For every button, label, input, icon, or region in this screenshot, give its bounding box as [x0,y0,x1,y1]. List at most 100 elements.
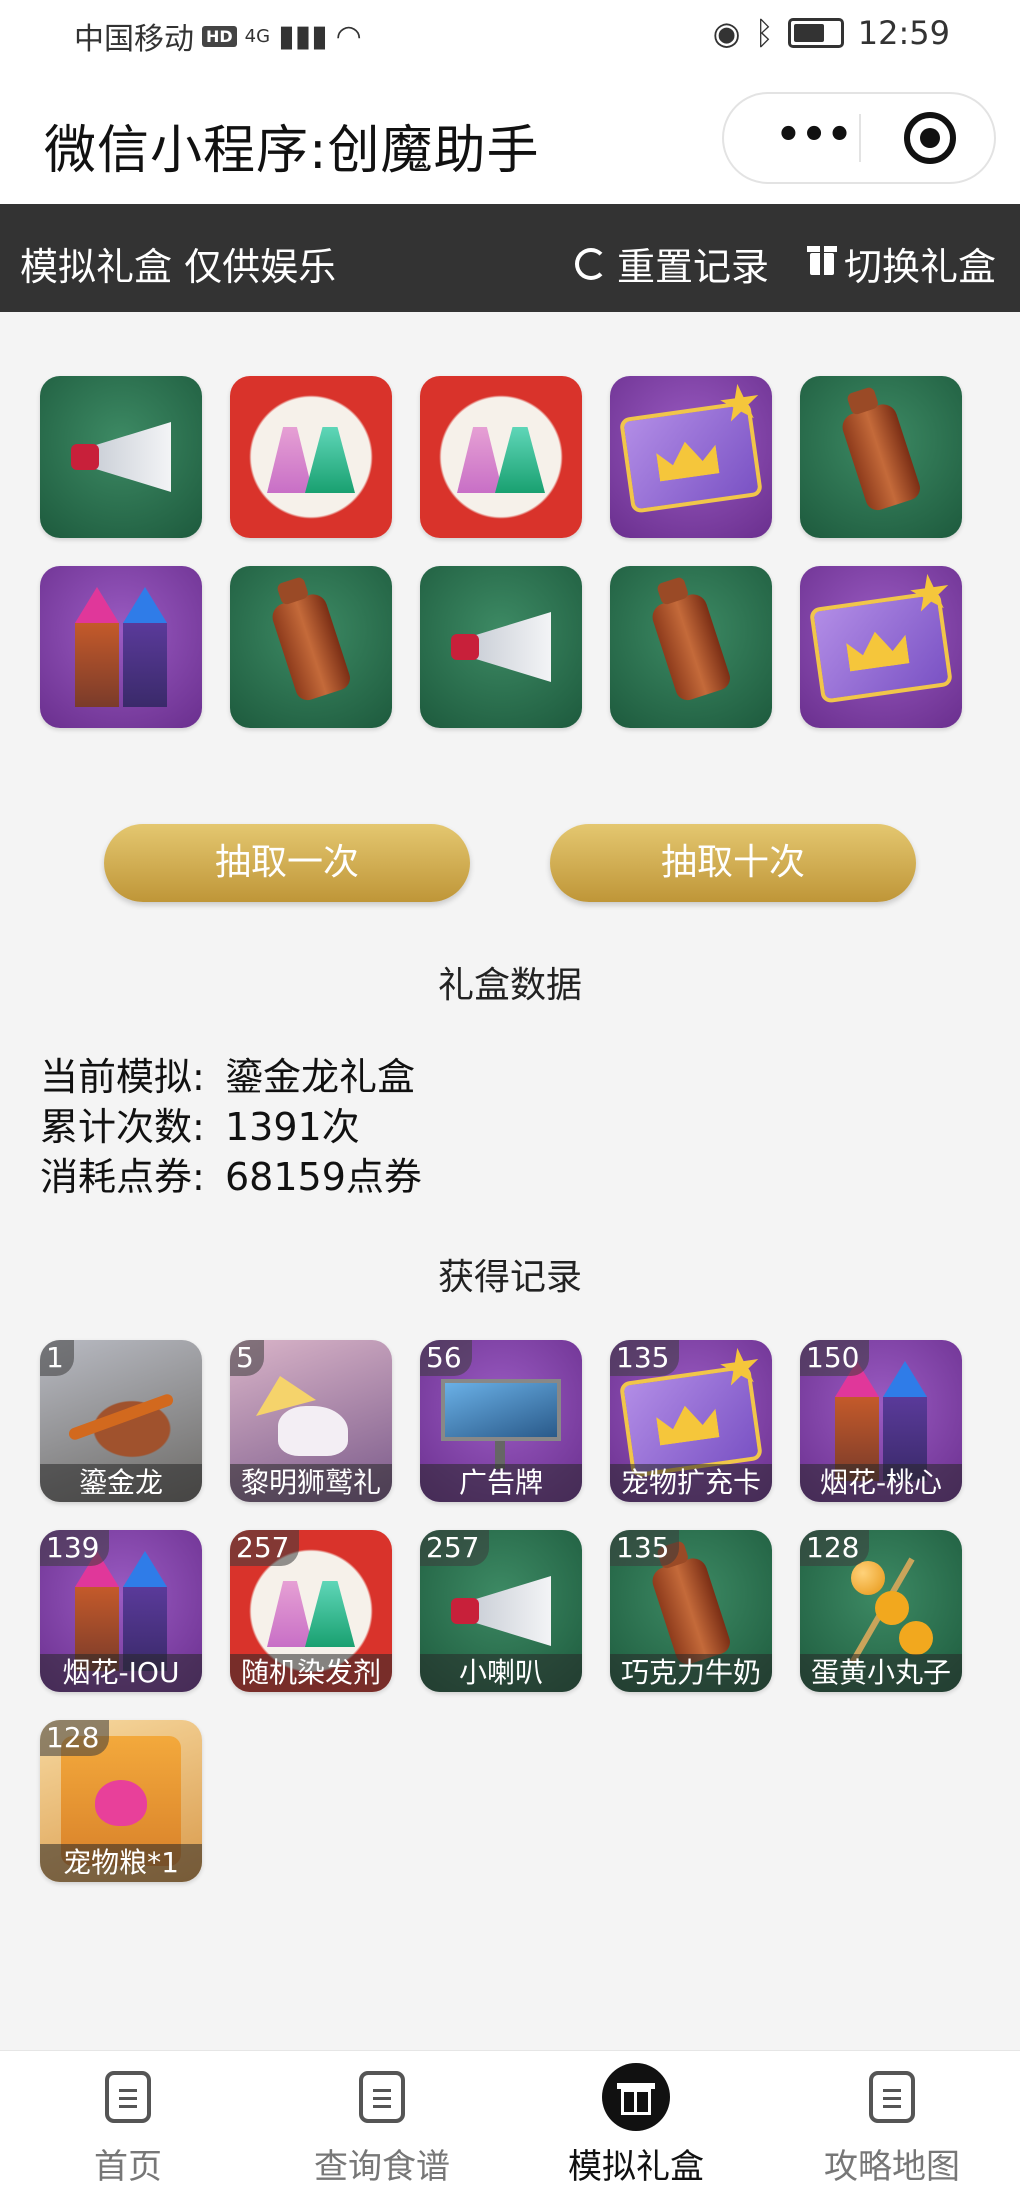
card-icon [618,400,764,514]
status-right: ◉ ᛒ 12:59 [713,14,950,52]
item-count-badge: 257 [420,1530,490,1566]
stat-value: 鎏金龙礼盒 [225,1055,416,1099]
record-item-tile[interactable]: 150 烟花-桃心 [800,1340,962,1502]
stat-label: 当前模拟: [40,1055,205,1099]
tab-label: 查询食谱 [314,2147,450,2187]
record-item-tile[interactable]: 128 蛋黄小丸子 [800,1530,962,1692]
draw-result-tile [40,376,202,538]
record-item-tile[interactable]: 135 宠物扩充卡 [610,1340,772,1502]
card-icon [808,590,954,704]
bottom-tab-bar: 首页 查询食谱 模拟礼盒 攻略地图 [0,2050,1020,2211]
tab-label: 首页 [94,2147,162,2187]
megaphone-icon [451,1576,551,1646]
megaphone-icon [451,612,551,682]
rockets-icon [69,1551,173,1671]
document-icon [359,2071,405,2123]
battery-icon [787,18,844,48]
dresses-icon [261,1571,361,1651]
record-item-tile[interactable]: 257 小喇叭 [420,1530,582,1692]
item-name-label: 黎明狮鹫礼 [230,1464,392,1502]
record-item-tile[interactable]: 56 广告牌 [420,1340,582,1502]
hd-badge: HD [202,25,237,47]
dragon-icon [66,1381,176,1461]
tab-label: 攻略地图 [824,2147,960,2187]
page-title: 微信小程序:创魔助手 [44,121,540,181]
item-count-badge: 150 [800,1340,870,1376]
reset-records-button[interactable]: 重置记录 [575,236,769,291]
tab-home[interactable]: 首页 [28,2071,228,2188]
item-name-label: 鎏金龙 [40,1464,202,1502]
record-item-tile[interactable]: 139 烟花-IOU [40,1530,202,1692]
bottle-icon [268,590,354,704]
bottle-icon [838,400,924,514]
status-bar: 中国移动 HD 4G ▮▮▮ ◠ ◉ ᛒ 12:59 [0,0,1020,70]
record-item-tile[interactable]: 257 随机染发剂 [230,1530,392,1692]
carrier-label: 中国移动 [74,22,194,57]
record-item-tile[interactable]: 128 宠物粮*1 [40,1720,202,1882]
eye-icon: ◉ [712,14,741,52]
record-item-tile[interactable]: 5 黎明狮鹫礼 [230,1340,392,1502]
draw-result-tile [420,566,582,728]
record-item-tile[interactable]: 135 巧克力牛奶 [610,1530,772,1692]
item-name-label: 烟花-桃心 [800,1464,962,1502]
draw-result-tile [800,566,962,728]
status-left: 中国移动 HD 4G ▮▮▮ ◠ [74,14,362,58]
draw-result-tile [610,376,772,538]
stat-row-current: 当前模拟: 鎏金龙礼盒 [40,1052,422,1102]
item-name-label: 宠物粮*1 [40,1844,202,1882]
record-item-tile[interactable]: 1 鎏金龙 [40,1340,202,1502]
tab-gift-sim[interactable]: 模拟礼盒 [536,2063,736,2188]
dresses-icon [451,417,551,497]
pegasus-icon [256,1366,366,1476]
reset-label: 重置记录 [617,245,770,289]
wifi-icon: ◠ [335,18,362,54]
tab-recipes[interactable]: 查询食谱 [282,2071,482,2188]
stat-row-count: 累计次数: 1391次 [40,1102,422,1152]
signal-icon: ▮▮▮ [278,18,328,54]
refresh-icon [575,247,607,280]
item-name-label: 小喇叭 [420,1654,582,1692]
item-count-badge: 128 [40,1720,110,1756]
records-grid: 1 鎏金龙 5 黎明狮鹫礼 56 广告牌 135 宠物扩充卡 150 烟花-桃心 139 烟花-IOU… [40,1340,962,1882]
draw-result-tile [610,566,772,728]
rockets-icon [69,587,173,707]
draw-once-button[interactable]: 抽取一次 [104,824,470,902]
records-section-title: 获得记录 [437,1257,582,1298]
megaphone-icon [71,422,171,492]
document-icon [869,2071,915,2123]
more-dots-icon[interactable]: ••• [754,115,874,155]
clock: 12:59 [857,14,950,52]
draw-result-tile [40,566,202,728]
item-count-badge: 135 [610,1530,680,1566]
stat-value: 1391次 [225,1105,360,1149]
draw-result-tile [420,376,582,538]
item-name-label: 烟花-IOU [40,1654,202,1692]
item-name-label: 蛋黄小丸子 [800,1654,962,1692]
mini-program-nav-bar: 微信小程序:创魔助手 ••• [0,70,1020,204]
rockets-icon [829,1361,933,1481]
draw-ten-button[interactable]: 抽取十次 [550,824,916,902]
item-count-badge: 56 [420,1340,472,1376]
tab-label: 模拟礼盒 [568,2147,704,2187]
document-icon [105,2071,151,2123]
item-count-badge: 257 [230,1530,300,1566]
gift-icon [807,245,837,275]
skewer-icon [831,1551,931,1671]
switch-giftbox-button[interactable]: 切换礼盒 [807,236,996,291]
dresses-icon [261,417,361,497]
stat-row-cost: 消耗点券: 68159点券 [40,1152,422,1202]
tab-guide-map[interactable]: 攻略地图 [792,2071,992,2188]
bluetooth-icon: ᛒ [754,14,774,52]
item-count-badge: 5 [230,1340,264,1376]
item-count-badge: 1 [40,1340,74,1376]
item-count-badge: 135 [610,1340,680,1376]
draw-result-tile [230,566,392,728]
stat-label: 累计次数: [40,1105,205,1149]
capsule-divider [859,114,861,162]
item-name-label: 宠物扩充卡 [610,1464,772,1502]
stat-label: 消耗点券: [40,1155,205,1199]
target-circle-icon[interactable] [904,112,956,164]
card-icon [618,1364,764,1478]
stat-value: 68159点券 [225,1155,422,1199]
stats-section-title: 礼盒数据 [437,965,582,1006]
